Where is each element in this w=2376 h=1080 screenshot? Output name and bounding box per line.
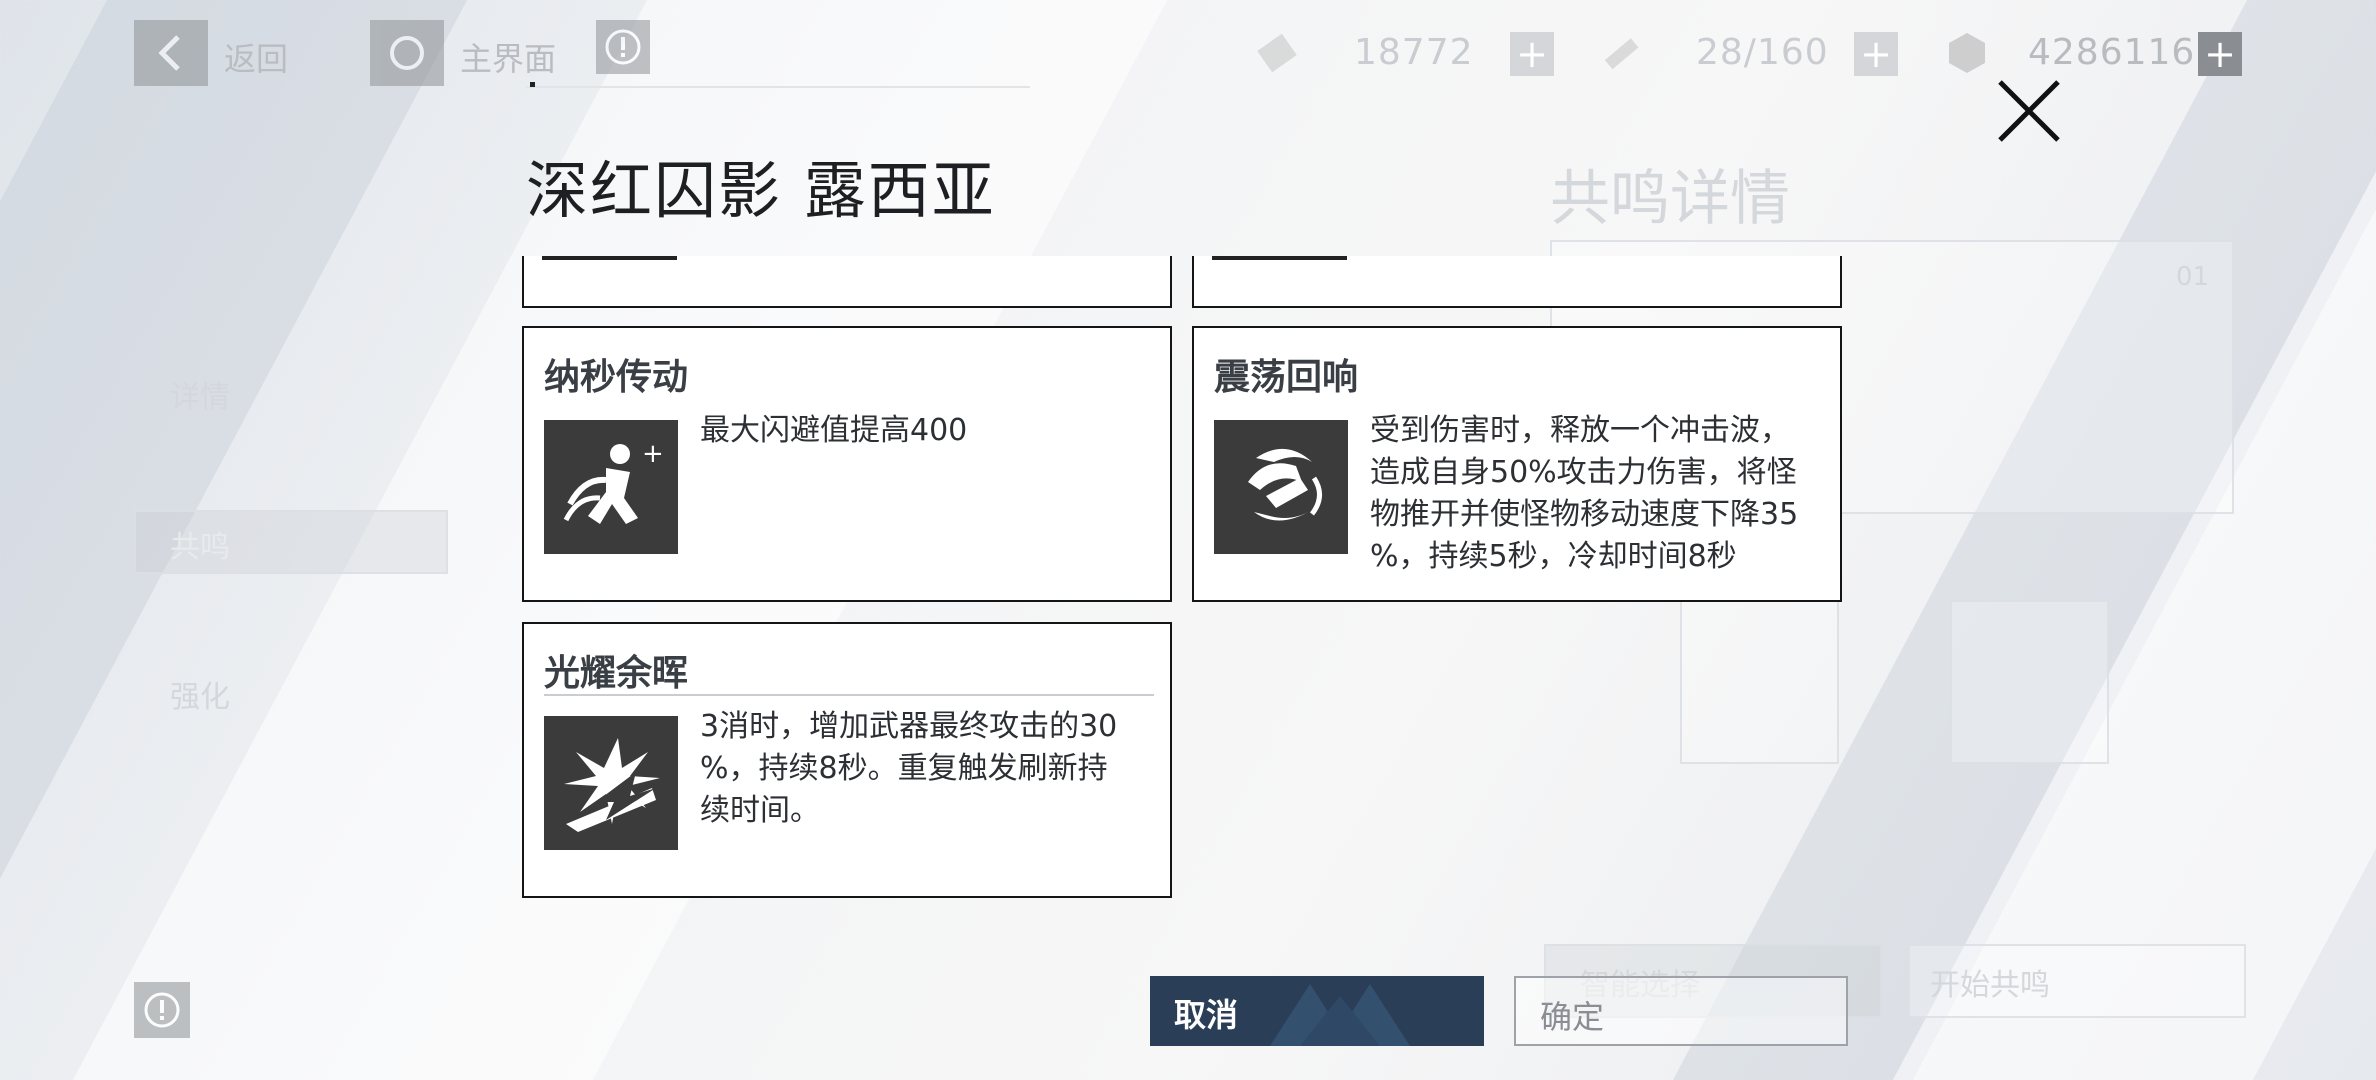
card-partial (522, 256, 1172, 308)
skill-card: 纳秒传动 + 最大闪避值提高400 (522, 326, 1172, 602)
confirm-button[interactable]: 确定 (1514, 976, 1848, 1046)
skill-desc: 3消时，增加武器最终攻击的30 %，持续8秒。重复触发刷新持 续时间。 (700, 706, 1117, 832)
back-button[interactable] (134, 20, 208, 86)
card-partial (1192, 256, 1842, 308)
info-button[interactable] (134, 982, 190, 1038)
skill-card: 震荡回响 受到伤害时，释放一个冲击波， 造成自身50%攻击力伤害，将怪 物推开并… (1192, 326, 1842, 602)
skill-card: 光耀余晖 3消时，增加武器最终攻击的30 %，持续8秒。重复触发刷新持 续时间。 (522, 622, 1172, 898)
skill-name: 纳秒传动 (544, 357, 689, 398)
confirm-label: 确定 (1540, 998, 1605, 1036)
bg-start-label: 开始共鸣 (1930, 968, 2050, 1003)
skill-desc-line: %，持续8秒。重复触发刷新持 (700, 751, 1108, 786)
skill-desc-line: 受到伤害时，释放一个冲击波， (1370, 413, 1790, 448)
shockwave-icon (1248, 448, 1322, 521)
skill-name-underline (544, 694, 1154, 696)
bg-item-slot (1680, 600, 1839, 764)
bg-page-title: 共鸣详情 (1550, 164, 1790, 234)
add-currency-button[interactable]: + (1510, 32, 1554, 76)
stamina-value: 28/160 (1696, 32, 1829, 73)
skill-icon-frame: + (544, 420, 678, 554)
skill-desc-line: %，持续5秒，冷却时间8秒 (1370, 539, 1737, 574)
bg-tab-resonance: 共鸣 (170, 530, 230, 565)
plus-icon: + (1516, 32, 1548, 76)
ticket-icon (1252, 28, 1302, 78)
svg-text:+: + (642, 439, 664, 469)
stamina-icon (1596, 28, 1646, 78)
cancel-button[interactable]: 取消 (1150, 976, 1484, 1046)
plus-icon: + (2204, 32, 2236, 76)
skill-icon-frame (544, 716, 678, 850)
add-gold-button[interactable]: + (2198, 32, 2242, 76)
bg-item-slot (1950, 600, 2109, 764)
title-divider (526, 86, 1030, 88)
currency-value: 18772 (1354, 32, 1474, 73)
info-icon (144, 992, 180, 1028)
skill-icon-frame (1214, 420, 1348, 554)
skill-desc-line: 物推开并使怪物移动速度下降35 (1370, 497, 1799, 532)
burst-strike-icon (564, 738, 660, 832)
home-button[interactable] (370, 20, 444, 86)
skill-name: 震荡回响 (1214, 357, 1359, 398)
add-stamina-button[interactable]: + (1854, 32, 1898, 76)
cancel-label: 取消 (1174, 996, 1239, 1034)
chevron-left-icon (158, 35, 180, 71)
back-label: 返回 (224, 40, 289, 78)
close-button[interactable] (1992, 74, 2066, 148)
card-partial-bar (542, 256, 677, 260)
card-partial-bar (1212, 256, 1347, 260)
bg-tab-details: 详情 (170, 380, 230, 415)
skill-desc-line: 造成自身50%攻击力伤害，将怪 (1370, 455, 1797, 490)
skill-desc-line: 3消时，增加武器最终攻击的30 (700, 709, 1118, 744)
close-icon (1998, 80, 2060, 142)
bg-tab-enhance: 强化 (170, 680, 230, 715)
circle-home-icon (390, 36, 424, 70)
skill-desc-line: 续时间。 (700, 793, 820, 828)
modal-title: 深红囚影 露西亚 (526, 154, 996, 227)
skill-desc-line: 最大闪避值提高400 (700, 413, 968, 448)
plus-icon: + (1860, 32, 1892, 76)
info-icon (605, 29, 641, 65)
skill-desc: 受到伤害时，释放一个冲击波， 造成自身50%攻击力伤害，将怪 物推开并使怪物移动… (1370, 410, 1798, 578)
bg-slot-number: 01 (2176, 262, 2210, 292)
skill-desc: 最大闪避值提高400 (700, 410, 967, 452)
coin-icon (1942, 28, 1992, 78)
dodge-runner-icon: + (563, 439, 664, 524)
home-label: 主界面 (460, 40, 557, 78)
skill-name: 光耀余晖 (544, 653, 689, 694)
title-marker (530, 82, 535, 87)
gold-value: 4286116 (2028, 32, 2196, 73)
info-top-button[interactable] (596, 20, 650, 74)
